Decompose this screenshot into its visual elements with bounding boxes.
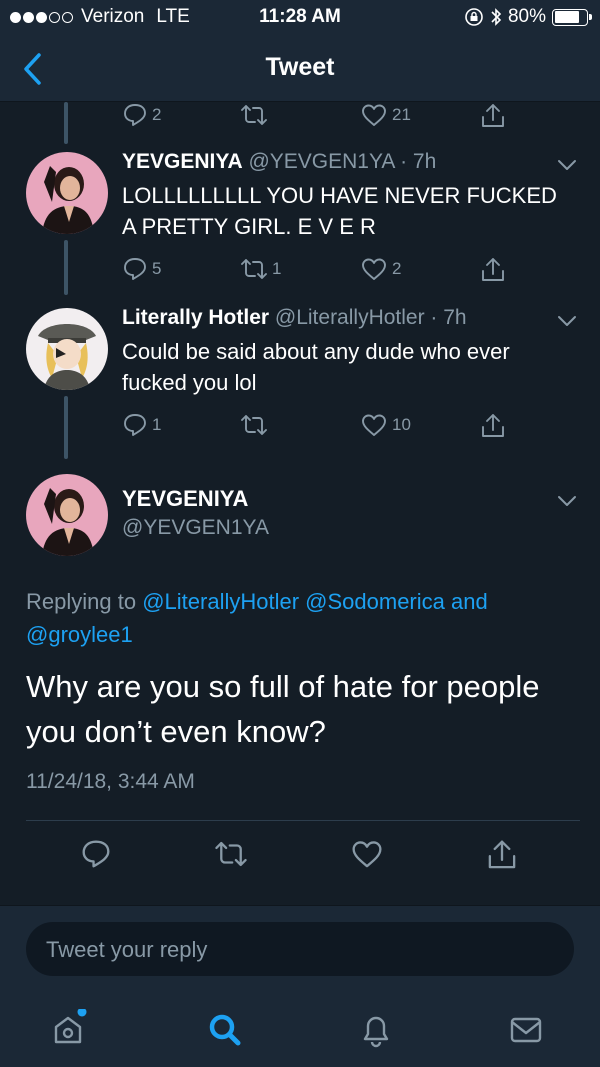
retweet-button[interactable] — [240, 102, 272, 128]
rotation-lock-icon — [465, 8, 483, 26]
like-count: 2 — [392, 259, 402, 278]
replying-prefix: Replying to — [26, 589, 137, 614]
like-count: 10 — [392, 415, 411, 434]
tweet-actions: 5 1 2 — [122, 256, 542, 286]
nav-bar: Tweet — [0, 36, 600, 102]
display-name[interactable]: YEVGENIYA — [122, 486, 248, 511]
thread-line — [64, 240, 68, 295]
retweet-button[interactable]: 1 — [240, 256, 281, 282]
reply-button[interactable]: 5 — [122, 256, 161, 282]
reply-input[interactable]: Tweet your reply — [26, 922, 574, 976]
display-name[interactable]: YEVGENIYA — [122, 150, 243, 173]
avatar[interactable] — [26, 308, 108, 390]
share-icon — [482, 104, 504, 127]
like-icon — [362, 414, 386, 436]
reply-count: 1 — [152, 415, 162, 434]
avatar[interactable] — [26, 152, 108, 234]
reply-composer: Tweet your reply — [0, 905, 600, 989]
tweet-header: Literally Hotler @LiterallyHotler · 7h — [122, 306, 467, 330]
share-button[interactable] — [480, 256, 506, 284]
retweet-icon — [241, 259, 267, 279]
status-bar: Verizon LTE 11:28 AM 80% — [0, 0, 600, 36]
share-button[interactable] — [480, 412, 506, 440]
tab-bar — [0, 989, 600, 1067]
tweet-text: LOLLLLLLLLL YOU HAVE NEVER FUCKED A PRET… — [122, 183, 557, 239]
status-right: 80% — [464, 6, 592, 28]
retweet-icon — [241, 415, 267, 435]
thread-line — [64, 396, 68, 459]
like-icon — [362, 104, 386, 126]
reply-icon — [124, 258, 146, 280]
main-tweet-actions — [80, 838, 540, 870]
chevron-down-icon[interactable] — [556, 494, 578, 508]
mention-link[interactable]: @LiterallyHotler — [142, 589, 299, 614]
retweet-count: 1 — [272, 259, 282, 278]
retweet-button[interactable] — [214, 838, 248, 870]
reply-button[interactable] — [80, 838, 112, 870]
handle: @YEVGEN1YA — [122, 516, 269, 539]
reply-placeholder: Tweet your reply — [46, 937, 208, 962]
share-icon — [488, 840, 516, 869]
share-icon — [482, 414, 504, 437]
tweet-actions: 2 21 — [122, 102, 542, 132]
main-display-name[interactable]: YEVGENIYA — [122, 486, 248, 512]
main-tweet-text: Why are you so full of hate for people y… — [26, 669, 540, 749]
like-button[interactable]: 21 — [360, 102, 411, 128]
reply-count: 2 — [152, 105, 162, 124]
reply-button[interactable]: 1 — [122, 412, 161, 438]
reply-button[interactable]: 2 — [122, 102, 161, 128]
like-button[interactable]: 10 — [360, 412, 411, 438]
tweet-header: YEVGENIYA @YEVGEN1YA · 7h — [122, 150, 436, 174]
handle-time: @YEVGEN1YA · 7h — [248, 150, 437, 173]
reply-icon — [124, 104, 146, 126]
reply-icon — [124, 414, 146, 436]
reply-count: 5 — [152, 259, 162, 278]
mention-link[interactable]: @groylee1 — [26, 622, 133, 647]
battery-percent: 80% — [507, 6, 546, 27]
reply-icon — [82, 840, 110, 868]
search-icon[interactable] — [204, 1009, 244, 1049]
notifications-icon[interactable] — [356, 1009, 396, 1049]
display-name[interactable]: Literally Hotler — [122, 306, 269, 329]
others-link[interactable]: and — [451, 589, 488, 614]
like-count: 21 — [392, 105, 411, 124]
bluetooth-icon — [491, 8, 502, 26]
like-button[interactable]: 2 — [360, 256, 401, 282]
retweet-button[interactable] — [240, 412, 272, 438]
chevron-down-icon[interactable] — [556, 158, 578, 172]
home-icon[interactable] — [48, 1009, 88, 1049]
messages-icon[interactable] — [506, 1009, 546, 1049]
retweet-icon — [241, 105, 267, 125]
handle-time: @LiterallyHotler · 7h — [274, 306, 467, 329]
tweet-actions: 1 10 — [122, 412, 542, 442]
chevron-down-icon[interactable] — [556, 314, 578, 328]
like-icon — [352, 841, 382, 868]
tweet-text: Could be said about any dude who ever fu… — [122, 339, 510, 395]
page-title: Tweet — [265, 53, 335, 81]
battery-icon — [552, 8, 592, 26]
replying-to: Replying to @LiterallyHotler @Sodomerica… — [26, 585, 576, 651]
mention-link[interactable]: @Sodomerica — [305, 589, 445, 614]
retweet-icon — [215, 841, 247, 867]
avatar[interactable] — [26, 474, 108, 556]
divider — [26, 820, 580, 821]
thread-line — [64, 102, 68, 144]
like-icon — [362, 258, 386, 280]
timestamp: 11/24/18, 3:44 AM — [26, 770, 195, 793]
like-button[interactable] — [350, 838, 384, 870]
share-button[interactable] — [480, 102, 506, 130]
share-button[interactable] — [486, 838, 518, 872]
share-icon — [482, 258, 504, 281]
main-handle: @YEVGEN1YA — [122, 516, 269, 540]
